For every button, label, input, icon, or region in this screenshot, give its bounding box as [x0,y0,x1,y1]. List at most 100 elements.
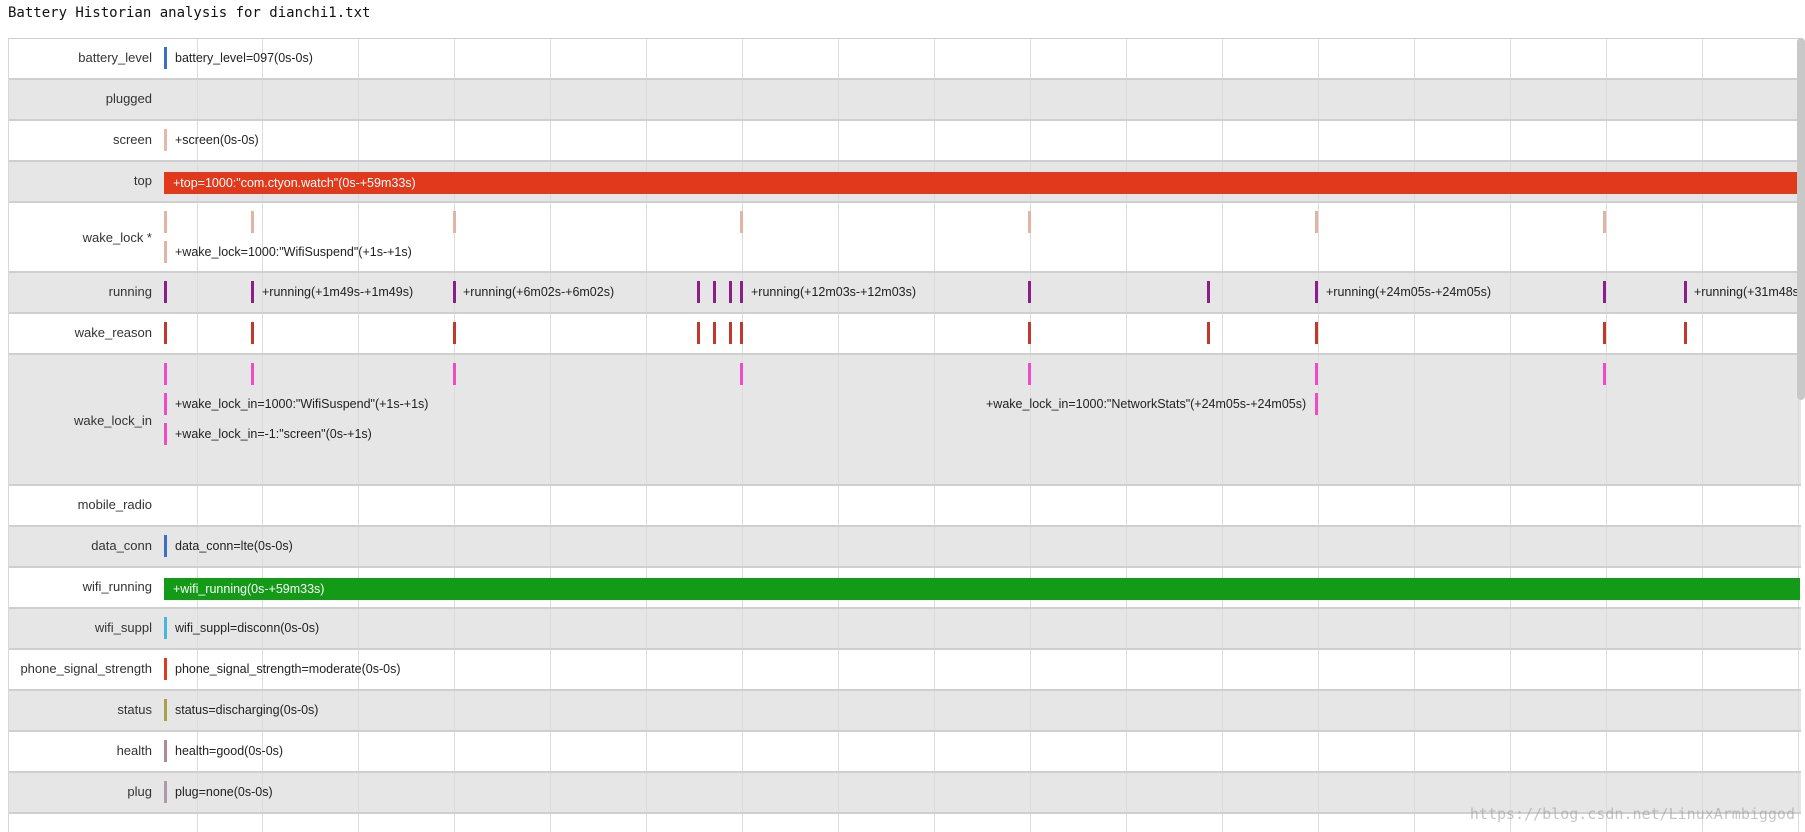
gridline [1798,773,1799,812]
gridline [358,314,359,353]
plug-event-mark[interactable] [164,781,167,803]
gridline [1702,80,1703,119]
wake-reason-event-mark[interactable] [164,322,167,344]
wake-lock-in-event-mark[interactable] [164,393,167,415]
wake-lock-in-event-mark[interactable] [1028,363,1031,385]
wake-lock-in-event-mark[interactable] [251,363,254,385]
running-event-mark[interactable] [713,281,716,303]
gridline [934,732,935,771]
wake-lock-event-mark[interactable] [251,211,254,233]
wake-lock-event-mark[interactable] [164,241,167,263]
wake-reason-event-mark[interactable] [740,322,743,344]
wake-lock-event-mark[interactable] [740,211,743,233]
gridline [1702,527,1703,566]
row-wifi-running: wifi_running +wifi_running(0s-+59m33s) [9,568,1801,609]
gridline [197,814,198,832]
row-label: battery_level [78,50,152,65]
gridline [550,355,551,484]
wake-lock-in-event-mark[interactable] [740,363,743,385]
gridline [742,609,743,648]
wake-reason-event-mark[interactable] [1207,322,1210,344]
running-event-mark[interactable] [1315,281,1318,303]
gridline [1798,609,1799,648]
wake-reason-event-mark[interactable] [251,322,254,344]
running-event-mark[interactable] [697,281,700,303]
gridline [838,121,839,160]
gridline [550,486,551,525]
gridline [454,732,455,771]
wake-lock-in-event-label: +wake_lock_in=1000:"NetworkStats"(+24m05… [986,397,1307,411]
wake-lock-event-mark[interactable] [164,211,167,233]
gridline [1126,203,1127,271]
running-event-mark[interactable] [740,281,743,303]
wake-reason-event-mark[interactable] [697,322,700,344]
gridline [1126,314,1127,353]
gridline [1798,527,1799,566]
gridline [454,121,455,160]
gridline [1702,355,1703,484]
wake-reason-event-mark[interactable] [453,322,456,344]
gridline [197,314,198,353]
top-bar[interactable]: +top=1000:"com.ctyon.watch"(0s-+59m33s) [164,172,1800,194]
wake-lock-in-event-mark[interactable] [1603,363,1606,385]
gridline [934,314,935,353]
gridline [1126,814,1127,832]
status-event-mark[interactable] [164,699,167,721]
wake-lock-event-mark[interactable] [1603,211,1606,233]
wake-reason-event-mark[interactable] [729,322,732,344]
running-event-mark[interactable] [1684,281,1687,303]
battery-timeline-chart[interactable]: battery_level battery_level=097(0s-0s) plu… [8,38,1801,832]
battery-level-event-mark[interactable] [164,47,167,69]
wifi-suppl-event-mark[interactable] [164,617,167,639]
wake-lock-event-mark[interactable] [1315,211,1318,233]
wake-lock-in-event-mark[interactable] [164,363,167,385]
gridline [1222,273,1223,312]
gridline [1126,691,1127,730]
gridline [262,80,263,119]
wake-lock-in-event-mark[interactable] [1315,393,1318,415]
gridline [646,314,647,353]
gridline [1126,650,1127,689]
running-event-mark[interactable] [1028,281,1031,303]
running-event-label: +running(+31m48s [1694,285,1799,299]
gridline [454,650,455,689]
gridline [550,691,551,730]
wake-lock-in-event-mark[interactable] [164,423,167,445]
gridline [1798,486,1799,525]
health-event-mark[interactable] [164,740,167,762]
row-label: wake_lock * [82,230,152,245]
wake-reason-event-mark[interactable] [1028,322,1031,344]
data-conn-event-mark[interactable] [164,535,167,557]
gridline [1606,121,1607,160]
wake-reason-event-mark[interactable] [1684,322,1687,344]
wake-lock-in-event-mark[interactable] [1315,363,1318,385]
wake-lock-event-mark[interactable] [1028,211,1031,233]
gridline [1126,121,1127,160]
running-event-mark[interactable] [1207,281,1210,303]
wake-lock-in-event-mark[interactable] [453,363,456,385]
screen-event-mark[interactable] [164,129,167,151]
running-event-mark[interactable] [729,281,732,303]
gridline [1510,691,1511,730]
wake-reason-event-mark[interactable] [713,322,716,344]
gridline [454,773,455,812]
row-top: top +top=1000:"com.ctyon.watch"(0s-+59m33… [9,162,1801,203]
wake-reason-event-mark[interactable] [1603,322,1606,344]
vertical-scrollbar[interactable] [1797,38,1805,400]
running-event-mark[interactable] [251,281,254,303]
gridline [1318,773,1319,812]
row-label: plug [127,784,152,799]
gridline [838,39,839,78]
wake-lock-event-mark[interactable] [453,211,456,233]
gridline [1222,80,1223,119]
phone-signal-strength-event-mark[interactable] [164,658,167,680]
wifi-running-bar[interactable]: +wifi_running(0s-+59m33s) [164,578,1800,600]
gridline [454,527,455,566]
running-event-mark[interactable] [453,281,456,303]
gridline [1798,650,1799,689]
running-event-mark[interactable] [1603,281,1606,303]
running-event-mark[interactable] [164,281,167,303]
wake-reason-event-mark[interactable] [1315,322,1318,344]
gridline [454,814,455,832]
watermark: https://blog.csdn.net/LinuxArmbiggod [1469,805,1795,823]
